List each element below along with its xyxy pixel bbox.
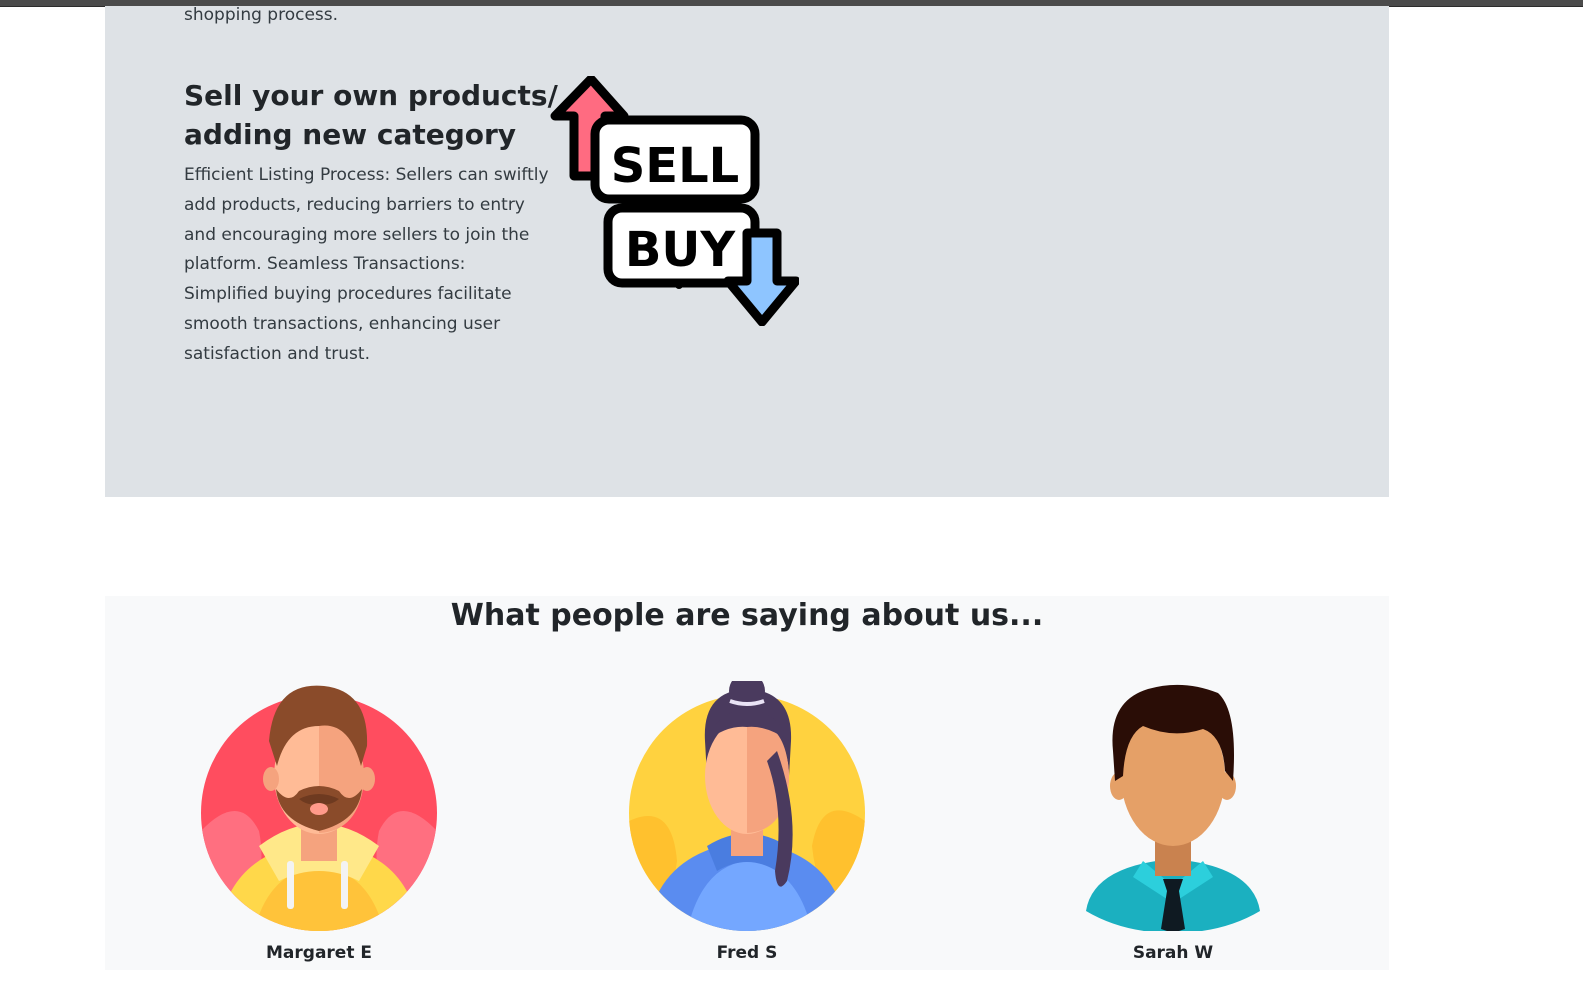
feature-description: Efficient Listing Process: Sellers can s… xyxy=(184,165,549,364)
sell-buy-illustration: SELL BUY xyxy=(550,76,799,326)
sell-label: SELL xyxy=(611,138,740,194)
testimonial-name: Margaret E xyxy=(266,943,372,963)
testimonial-name: Fred S xyxy=(716,943,778,963)
testimonial-card: Fred S xyxy=(627,681,867,981)
testimonial-card: Margaret E xyxy=(199,681,439,981)
testimonial-name: Sarah W xyxy=(1132,943,1214,963)
testimonials-heading: What people are saying about us... xyxy=(450,598,1044,633)
feature-heading: Sell your own products/ adding new categ… xyxy=(184,79,558,151)
testimonial-card: Sarah W xyxy=(1053,681,1293,981)
bearded-man-avatar-icon xyxy=(201,685,437,931)
testimonials-section: What people are saying about us... Marga… xyxy=(105,596,1389,970)
man-with-tie-avatar-icon xyxy=(1086,684,1260,931)
buy-label: BUY xyxy=(625,222,737,278)
feature-section: shopping process. Sell your own products… xyxy=(105,5,1389,497)
previous-section-text: shopping process. xyxy=(184,5,339,25)
ponytail-woman-avatar-icon xyxy=(629,681,865,931)
